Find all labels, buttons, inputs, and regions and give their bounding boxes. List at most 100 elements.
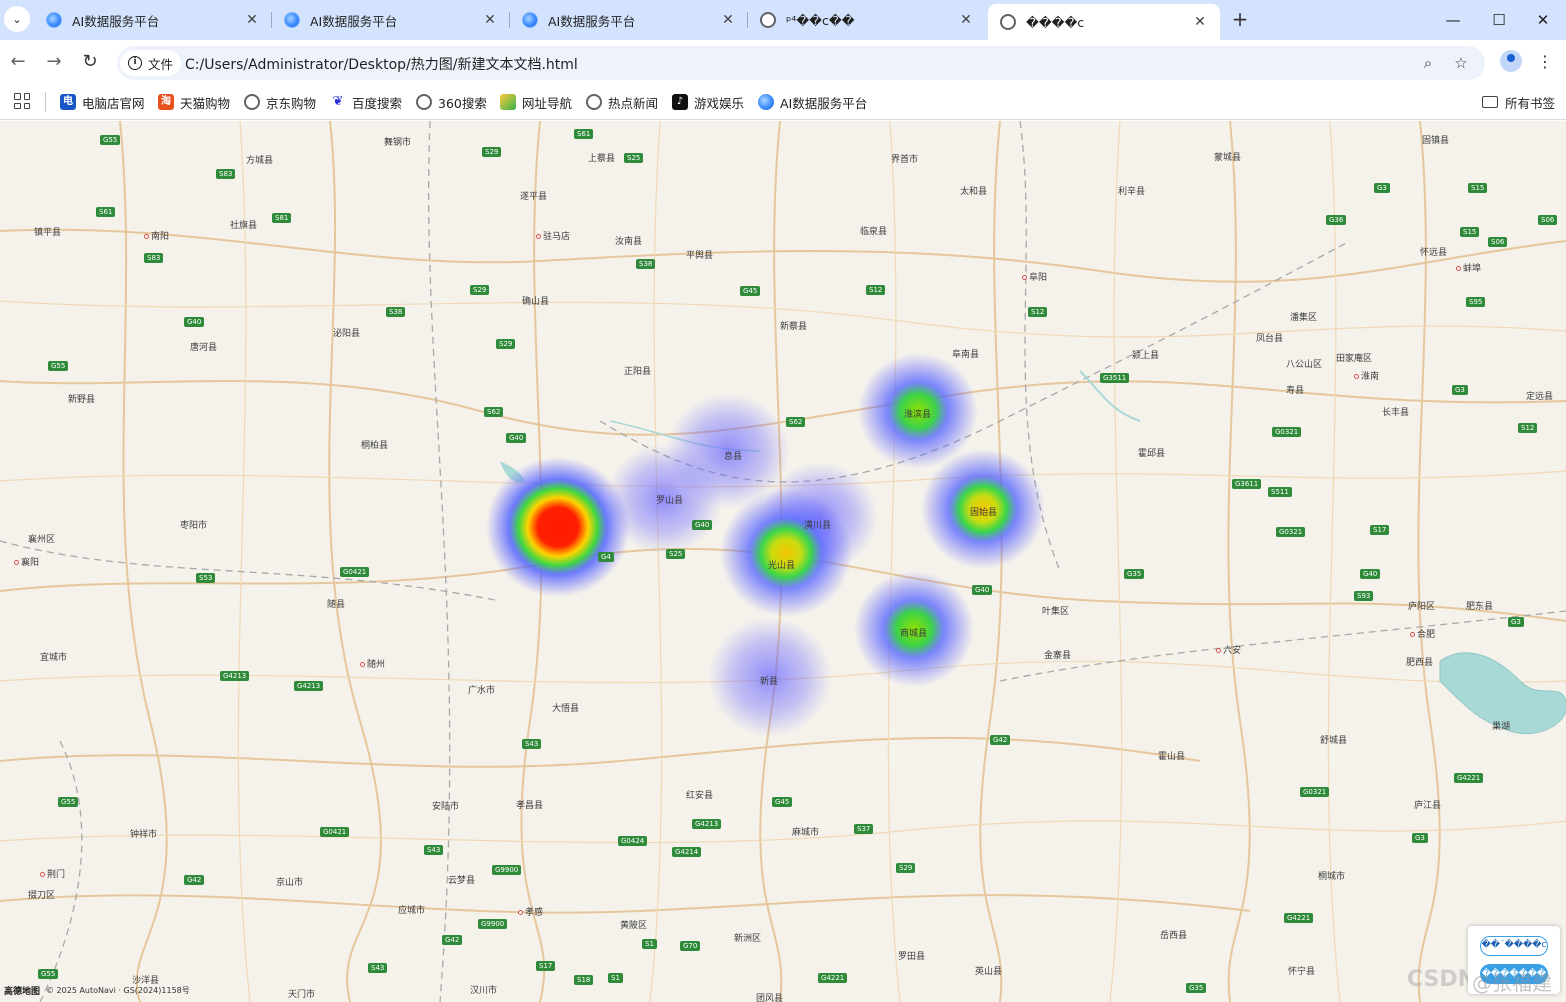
highway-shield: G4213 xyxy=(294,681,324,691)
tab-title: AI数据服务平台 xyxy=(72,13,160,29)
bookmark-item[interactable]: 热点新闻 xyxy=(586,93,658,111)
star-icon[interactable]: ☆ xyxy=(1450,52,1472,74)
close-icon[interactable]: ✕ xyxy=(958,12,974,28)
place-label: 新野县 xyxy=(68,395,96,405)
menu-button[interactable]: ⋮ xyxy=(1537,50,1553,74)
tab-strip: ⌄ AI数据服务平台 ✕ AI数据服务平台 ✕ AI数据服务平台 ✕ ᵖ⁴��c… xyxy=(0,0,1566,40)
forward-button[interactable]: → xyxy=(42,50,66,74)
highway-shield: S61 xyxy=(574,129,594,139)
place-label: 黄陂区 xyxy=(620,921,648,931)
place-label: 定远县 xyxy=(1526,392,1554,402)
place-label: 庐阳区 xyxy=(1408,602,1436,612)
place-label: 京山市 xyxy=(276,878,304,888)
tab-5-active[interactable]: ����c ✕ xyxy=(988,4,1220,40)
minimize-icon: — xyxy=(1445,11,1461,29)
bookmark-item[interactable]: AI数据服务平台 xyxy=(758,93,867,111)
pc-shop-icon: 电 xyxy=(60,94,76,110)
tab-1[interactable]: AI数据服务平台 ✕ xyxy=(34,0,272,40)
highway-shield: G3 xyxy=(1508,617,1524,627)
bookmark-item[interactable]: 电 电脑店官网 xyxy=(60,93,145,111)
tab-3[interactable]: AI数据服务平台 ✕ xyxy=(510,0,748,40)
highway-shield: G0321 xyxy=(1300,787,1330,797)
bookmark-item[interactable]: ♪ 游戏娱乐 xyxy=(672,93,744,111)
place-label: 大悟县 xyxy=(552,704,580,714)
place-label: 息县 xyxy=(724,452,743,462)
navigation-icon xyxy=(500,94,516,110)
place-label: 团风县 xyxy=(756,994,784,1002)
bookmark-item[interactable]: ❦ 百度搜索 xyxy=(330,93,402,111)
map-control-toggle[interactable]: ��ˊ����c xyxy=(1480,936,1548,956)
highway-shield: G4213 xyxy=(220,671,250,681)
highway-shield: G40 xyxy=(692,520,713,530)
place-label: 界首市 xyxy=(891,155,919,165)
highway-shield: S93 xyxy=(1354,591,1374,601)
tab-search-button[interactable]: ⌄ xyxy=(4,6,30,32)
back-button[interactable]: ← xyxy=(6,50,30,74)
chevron-down-icon: ⌄ xyxy=(12,12,22,26)
map-canvas[interactable]: 舞钢市 上蔡县 方城县 遂平县 驻马店 汝南县 社旗县 南阳 镇平县 平舆县 确… xyxy=(0,121,1566,1002)
place-label: 罗山县 xyxy=(656,496,684,506)
zoom-icon[interactable]: ⌕ xyxy=(1417,52,1439,74)
close-icon[interactable]: ✕ xyxy=(1192,14,1208,30)
ai-favicon-icon xyxy=(522,12,538,28)
tab-title: ᵖ⁴��c�� xyxy=(786,12,855,28)
address-bar[interactable]: i 文件 C:/Users/Administrator/Desktop/热力图/… xyxy=(117,46,1485,80)
place-label: 利辛县 xyxy=(1118,187,1146,197)
tab-title: AI数据服务平台 xyxy=(310,13,398,29)
place-label: 随县 xyxy=(327,600,346,610)
heat-point-guangshan xyxy=(720,489,852,617)
csdn-watermark: CSDN xyxy=(1406,967,1476,992)
ai-favicon-icon xyxy=(284,12,300,28)
maximize-button[interactable]: ☐ xyxy=(1476,0,1522,40)
close-icon[interactable]: ✕ xyxy=(244,12,260,28)
place-label: 新县 xyxy=(760,677,779,687)
close-icon[interactable]: ✕ xyxy=(720,12,736,28)
bookmark-label: 天猫购物 xyxy=(180,95,231,111)
place-label: 孝昌县 xyxy=(516,801,544,811)
bookmark-label: 热点新闻 xyxy=(608,95,659,111)
tab-4[interactable]: ᵖ⁴��c�� ✕ xyxy=(748,0,986,40)
highway-shield: G36 xyxy=(1326,215,1347,225)
douyin-icon: ♪ xyxy=(672,94,688,110)
apps-grid-icon[interactable] xyxy=(14,93,30,109)
highway-shield: G70 xyxy=(680,941,701,951)
highway-shield: S61 xyxy=(96,207,116,217)
bookmark-item[interactable]: 360搜索 xyxy=(416,93,487,111)
author-watermark: @张福建 xyxy=(1472,971,1552,995)
highway-shield: S17 xyxy=(536,961,556,971)
minimize-button[interactable]: — xyxy=(1430,0,1476,40)
place-label: 庐江县 xyxy=(1414,801,1442,811)
place-label: 田家庵区 xyxy=(1336,354,1373,364)
highway-shield: G55 xyxy=(100,135,121,145)
bookmark-item[interactable]: 网址导航 xyxy=(500,93,572,111)
place-label: 桐柏县 xyxy=(361,441,389,451)
site-info-chip[interactable]: i 文件 xyxy=(120,50,182,76)
reload-button[interactable]: ↻ xyxy=(78,50,102,74)
highway-shield: G42 xyxy=(442,935,463,945)
highway-shield: S25 xyxy=(624,153,644,163)
close-icon[interactable]: ✕ xyxy=(482,12,498,28)
place-label: 合肥 xyxy=(1410,627,1435,640)
globe-icon xyxy=(1000,14,1016,30)
place-label: 怀宁县 xyxy=(1288,967,1316,977)
all-bookmarks-button[interactable]: 所有书签 xyxy=(1482,93,1555,111)
highway-shield: S06 xyxy=(1488,237,1508,247)
tab-2[interactable]: AI数据服务平台 ✕ xyxy=(272,0,510,40)
bookmark-item[interactable]: 京东购物 xyxy=(244,93,316,111)
profile-avatar[interactable] xyxy=(1500,50,1522,72)
url-text[interactable]: C:/Users/Administrator/Desktop/热力图/新建文本文… xyxy=(185,54,578,74)
highway-shield: S29 xyxy=(470,285,490,295)
bookmark-label: 京东购物 xyxy=(266,95,317,111)
highway-shield: G55 xyxy=(58,797,79,807)
close-window-button[interactable]: ✕ xyxy=(1520,0,1566,40)
place-label: 怀远县 xyxy=(1420,248,1448,258)
place-label: 宜城市 xyxy=(40,653,68,663)
globe-icon xyxy=(760,12,776,28)
place-label: 固镇县 xyxy=(1422,136,1450,146)
bookmark-item[interactable]: 淘 天猫购物 xyxy=(158,93,230,111)
place-label: 枣阳市 xyxy=(180,521,208,531)
bookmark-label: 游戏娱乐 xyxy=(694,95,745,111)
tab-title: AI数据服务平台 xyxy=(548,13,636,29)
new-tab-button[interactable]: + xyxy=(1228,8,1252,32)
kebab-icon: ⋮ xyxy=(1537,52,1553,71)
